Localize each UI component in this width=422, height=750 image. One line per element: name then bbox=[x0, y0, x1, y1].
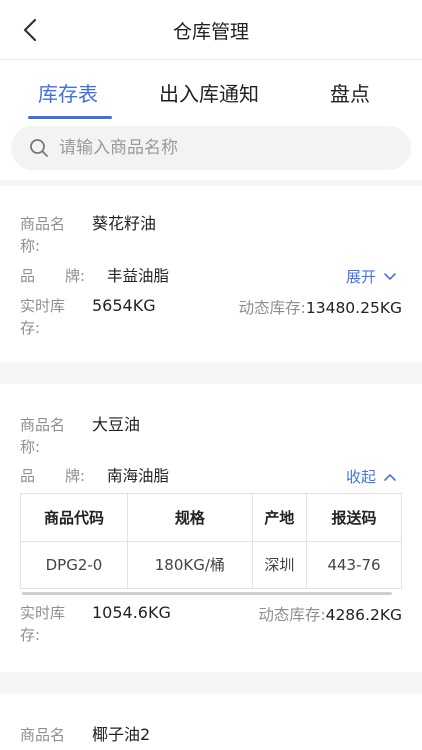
column-header: 规格 bbox=[126, 493, 253, 542]
dynamic-stock-value: 13480.25KG bbox=[305, 299, 402, 317]
chevron-down-icon bbox=[383, 273, 396, 280]
table-cell: 深圳 bbox=[251, 540, 308, 589]
name-label: 商品名 bbox=[20, 215, 66, 233]
section-divider bbox=[0, 672, 422, 694]
column-header: 产地 bbox=[251, 493, 308, 542]
table-cell: DPG2-0 bbox=[20, 540, 128, 589]
brand-value: 丰益油脂 bbox=[107, 267, 170, 285]
expand-button[interactable]: 展开 bbox=[346, 266, 397, 287]
table-cell: 443-76 bbox=[306, 540, 402, 589]
section-divider bbox=[0, 362, 422, 384]
product-name: 椰子油2 bbox=[92, 725, 151, 744]
dynamic-stock: 动态库存:4286.2KG bbox=[258, 603, 402, 625]
stock-label-cont: 存: bbox=[20, 626, 41, 644]
brand-label: 品 牌: bbox=[20, 467, 86, 485]
stock-value: 5654KG bbox=[92, 296, 156, 315]
table-cell: 180KG/桶 bbox=[126, 540, 253, 589]
stock-label-cont: 存: bbox=[20, 319, 41, 337]
table-row: DPG2-0 180KG/桶 深圳 443-76 bbox=[20, 540, 402, 589]
section-divider bbox=[0, 180, 422, 186]
name-label-cont: 称: bbox=[20, 438, 41, 456]
product-detail-table: 商品代码 规格 产地 报送码 DPG2-0 180KG/桶 深圳 443-76 bbox=[20, 493, 402, 589]
toggle-label: 展开 bbox=[346, 268, 377, 286]
tab-inventory[interactable]: 库存表 bbox=[38, 78, 98, 107]
tab-bar: 库存表 出入库通知 盘点 bbox=[0, 60, 422, 120]
column-header: 商品代码 bbox=[20, 493, 128, 542]
dynamic-stock-value: 4286.2KG bbox=[325, 606, 402, 624]
search-input[interactable] bbox=[59, 134, 389, 162]
dynamic-stock-label: 动态库存: bbox=[258, 606, 326, 624]
dynamic-stock-label: 动态库存: bbox=[238, 299, 306, 317]
active-tab-indicator bbox=[28, 116, 112, 119]
collapse-button[interactable]: 收起 bbox=[346, 466, 397, 487]
tab-in-out-notice[interactable]: 出入库通知 bbox=[159, 78, 259, 107]
column-header: 报送码 bbox=[306, 493, 402, 542]
name-label: 商品名 bbox=[20, 416, 66, 434]
product-name: 葵花籽油 bbox=[92, 214, 157, 233]
chevron-up-icon bbox=[383, 474, 396, 481]
toggle-label: 收起 bbox=[346, 468, 377, 486]
app-header: 仓库管理 bbox=[0, 0, 422, 60]
brand-label: 品 牌: bbox=[20, 267, 86, 285]
tab-stocktake[interactable]: 盘点 bbox=[330, 78, 370, 107]
stock-label: 实时库 bbox=[20, 297, 66, 315]
search-bar bbox=[11, 126, 411, 170]
table-header-row: 商品代码 规格 产地 报送码 bbox=[20, 493, 402, 542]
search-icon bbox=[30, 139, 48, 157]
name-label: 商品名 bbox=[20, 726, 66, 744]
table-scrollbar[interactable] bbox=[22, 592, 392, 595]
stock-value: 1054.6KG bbox=[92, 603, 171, 622]
name-label-cont: 称: bbox=[20, 237, 41, 255]
stock-label: 实时库 bbox=[20, 604, 66, 622]
page-title: 仓库管理 bbox=[172, 21, 249, 43]
dynamic-stock: 动态库存:13480.25KG bbox=[239, 296, 402, 318]
product-name: 大豆油 bbox=[92, 415, 141, 434]
brand-value: 南海油脂 bbox=[107, 467, 170, 485]
